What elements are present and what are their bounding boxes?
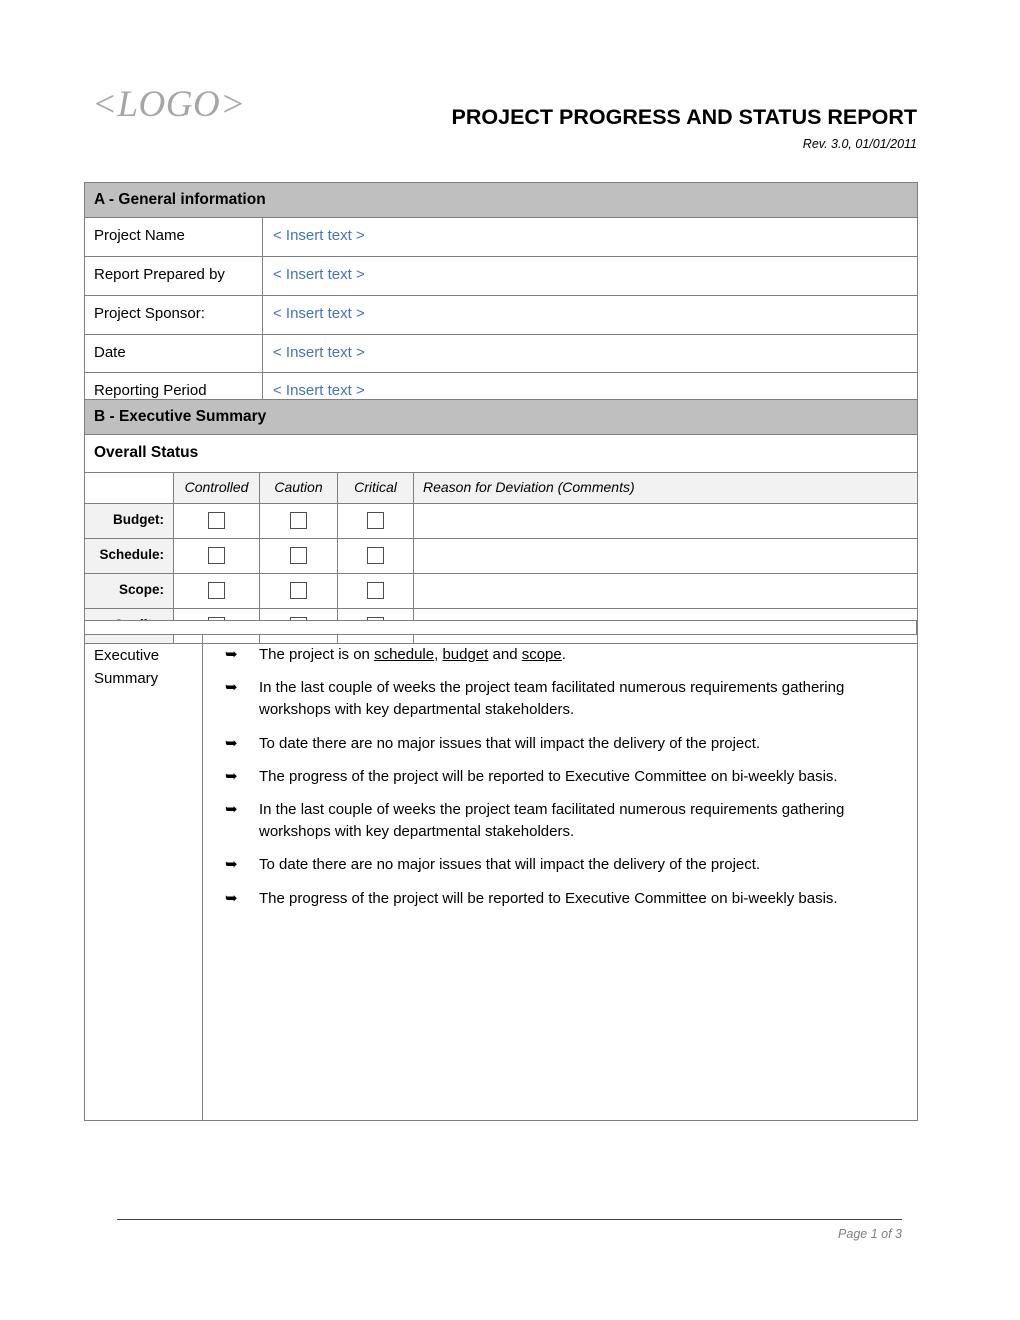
section-a-banner: A - General information bbox=[83, 181, 919, 219]
revision-label: Rev. 3.0, 01/01/2011 bbox=[802, 136, 917, 151]
project-sponsor-label: Project Sponsor: bbox=[84, 294, 263, 335]
checkbox-cell-scope-caution[interactable] bbox=[259, 573, 338, 609]
bullet-text: To date there are no major issues that w… bbox=[259, 734, 761, 752]
column-header-caution: Caution bbox=[259, 471, 338, 505]
table-row: Project Name < Insert text > bbox=[84, 217, 919, 258]
bullet-text: The progress of the project will be repo… bbox=[259, 889, 838, 907]
executive-summary-bullet-list: ➥ The project is on schedule, budget and… bbox=[215, 644, 903, 910]
arrowhead-bullet-icon: ➥ bbox=[225, 855, 238, 874]
arrowhead-bullet-icon: ➥ bbox=[225, 678, 238, 697]
bullet-suffix: . bbox=[561, 646, 566, 663]
bullet-text: To date there are no major issues that w… bbox=[259, 856, 761, 874]
page-number-label: Page 1 of 3 bbox=[838, 1227, 902, 1241]
list-item: ➥ The progress of the project will be re… bbox=[215, 766, 903, 788]
title-block: PROJECT PROGRESS AND STATUS REPORT Rev. … bbox=[277, 105, 917, 151]
executive-summary-label: Executive Summary bbox=[84, 634, 203, 1121]
reason-field-budget[interactable] bbox=[412, 503, 919, 540]
project-name-label: Project Name bbox=[84, 217, 263, 258]
bullet-underline-scope: scope bbox=[521, 646, 562, 663]
table-spacer-row bbox=[84, 620, 917, 635]
list-item: ➥ In the last couple of weeks the projec… bbox=[215, 677, 903, 721]
checkbox-cell-budget-caution[interactable] bbox=[259, 503, 338, 540]
general-information-table: A - General information Project Name < I… bbox=[83, 181, 919, 413]
table-row: Report Prepared by < Insert text > bbox=[84, 256, 919, 296]
bullet-mid2: and bbox=[488, 646, 522, 663]
spacer-cell bbox=[84, 620, 917, 635]
executive-summary-content[interactable]: ➥ The project is on schedule, budget and… bbox=[202, 634, 918, 1121]
checkbox-cell-schedule-critical[interactable] bbox=[337, 538, 414, 574]
checkbox-budget-critical[interactable] bbox=[367, 512, 384, 530]
checkbox-scope-caution[interactable] bbox=[290, 582, 307, 600]
project-sponsor-field[interactable]: < Insert text > bbox=[261, 294, 919, 335]
section-b-title: B - Executive Summary bbox=[83, 398, 919, 436]
bullet-text: In the last couple of weeks the project … bbox=[259, 800, 845, 841]
bullet-text: The project is on schedule, budget and s… bbox=[259, 646, 566, 663]
page-title: PROJECT PROGRESS AND STATUS REPORT bbox=[451, 105, 917, 129]
checkbox-cell-scope-critical[interactable] bbox=[337, 573, 414, 609]
arrowhead-bullet-icon: ➥ bbox=[225, 799, 238, 818]
list-item: ➥ The progress of the project will be re… bbox=[215, 888, 903, 910]
document-header: <LOGO> PROJECT PROGRESS AND STATUS REPOR… bbox=[84, 78, 917, 158]
bullet-text: The progress of the project will be repo… bbox=[259, 767, 838, 785]
checkbox-budget-caution[interactable] bbox=[290, 512, 307, 530]
section-b-banner: B - Executive Summary bbox=[83, 398, 919, 436]
arrowhead-bullet-icon: ➥ bbox=[225, 888, 238, 907]
arrowhead-bullet-icon: ➥ bbox=[225, 645, 238, 663]
bullet-text: In the last couple of weeks the project … bbox=[259, 679, 845, 719]
checkbox-cell-budget-controlled[interactable] bbox=[173, 503, 260, 540]
checkbox-schedule-critical[interactable] bbox=[367, 547, 384, 565]
status-label-schedule: Schedule: bbox=[84, 538, 174, 574]
status-row-scope: Scope: bbox=[84, 573, 919, 609]
executive-summary-body-table: Executive Summary ➥ The project is on sc… bbox=[84, 634, 918, 1121]
section-a-title: A - General information bbox=[83, 181, 919, 219]
spacer-row bbox=[84, 620, 917, 635]
document-page: <LOGO> PROJECT PROGRESS AND STATUS REPOR… bbox=[0, 0, 1020, 1320]
bullet-underline-budget: budget bbox=[442, 646, 489, 663]
checkbox-budget-controlled[interactable] bbox=[208, 512, 225, 530]
report-prepared-by-field[interactable]: < Insert text > bbox=[261, 256, 919, 296]
overall-status-heading: Overall Status bbox=[83, 434, 919, 473]
column-header-reason: Reason for Deviation (Comments) bbox=[412, 471, 919, 505]
status-label-budget: Budget: bbox=[84, 503, 174, 540]
logo-placeholder: <LOGO> bbox=[92, 84, 246, 125]
list-item: ➥ The project is on schedule, budget and… bbox=[215, 644, 903, 666]
checkbox-cell-schedule-caution[interactable] bbox=[259, 538, 338, 574]
checkbox-cell-scope-controlled[interactable] bbox=[173, 573, 260, 609]
executive-summary-status-table: B - Executive Summary Overall Status Con… bbox=[83, 398, 919, 644]
reason-field-schedule[interactable] bbox=[412, 538, 919, 574]
checkbox-scope-controlled[interactable] bbox=[208, 582, 225, 600]
date-label: Date bbox=[84, 333, 263, 374]
list-item: ➥ To date there are no major issues that… bbox=[215, 733, 903, 755]
executive-summary-row: Executive Summary ➥ The project is on sc… bbox=[84, 634, 918, 1121]
checkbox-cell-budget-critical[interactable] bbox=[337, 503, 414, 540]
status-header-blank bbox=[84, 471, 174, 505]
reason-field-scope[interactable] bbox=[412, 573, 919, 609]
bullet-underline-schedule: schedule bbox=[374, 646, 435, 663]
checkbox-schedule-controlled[interactable] bbox=[208, 547, 225, 565]
list-item: ➥ In the last couple of weeks the projec… bbox=[215, 799, 903, 843]
column-header-critical: Critical bbox=[337, 471, 414, 505]
checkbox-scope-critical[interactable] bbox=[367, 582, 384, 600]
checkbox-schedule-caution[interactable] bbox=[290, 547, 307, 565]
checkbox-cell-schedule-controlled[interactable] bbox=[173, 538, 260, 574]
date-field[interactable]: < Insert text > bbox=[261, 333, 919, 374]
list-item: ➥ To date there are no major issues that… bbox=[215, 854, 903, 876]
table-row: Project Sponsor: < Insert text > bbox=[84, 294, 919, 335]
table-row: Date < Insert text > bbox=[84, 333, 919, 374]
status-label-scope: Scope: bbox=[84, 573, 174, 609]
status-header-row: Controlled Caution Critical Reason for D… bbox=[84, 471, 919, 505]
project-name-field[interactable]: < Insert text > bbox=[261, 217, 919, 258]
arrowhead-bullet-icon: ➥ bbox=[225, 733, 238, 752]
report-prepared-by-label: Report Prepared by bbox=[84, 256, 263, 296]
status-row-budget: Budget: bbox=[84, 503, 919, 540]
arrowhead-bullet-icon: ➥ bbox=[225, 766, 238, 785]
column-header-controlled: Controlled bbox=[173, 471, 260, 505]
page-footer: Page 1 of 3 bbox=[117, 1219, 902, 1241]
status-row-schedule: Schedule: bbox=[84, 538, 919, 574]
overall-status-row: Overall Status bbox=[83, 434, 919, 473]
bullet-prefix: The project is on bbox=[259, 646, 375, 663]
